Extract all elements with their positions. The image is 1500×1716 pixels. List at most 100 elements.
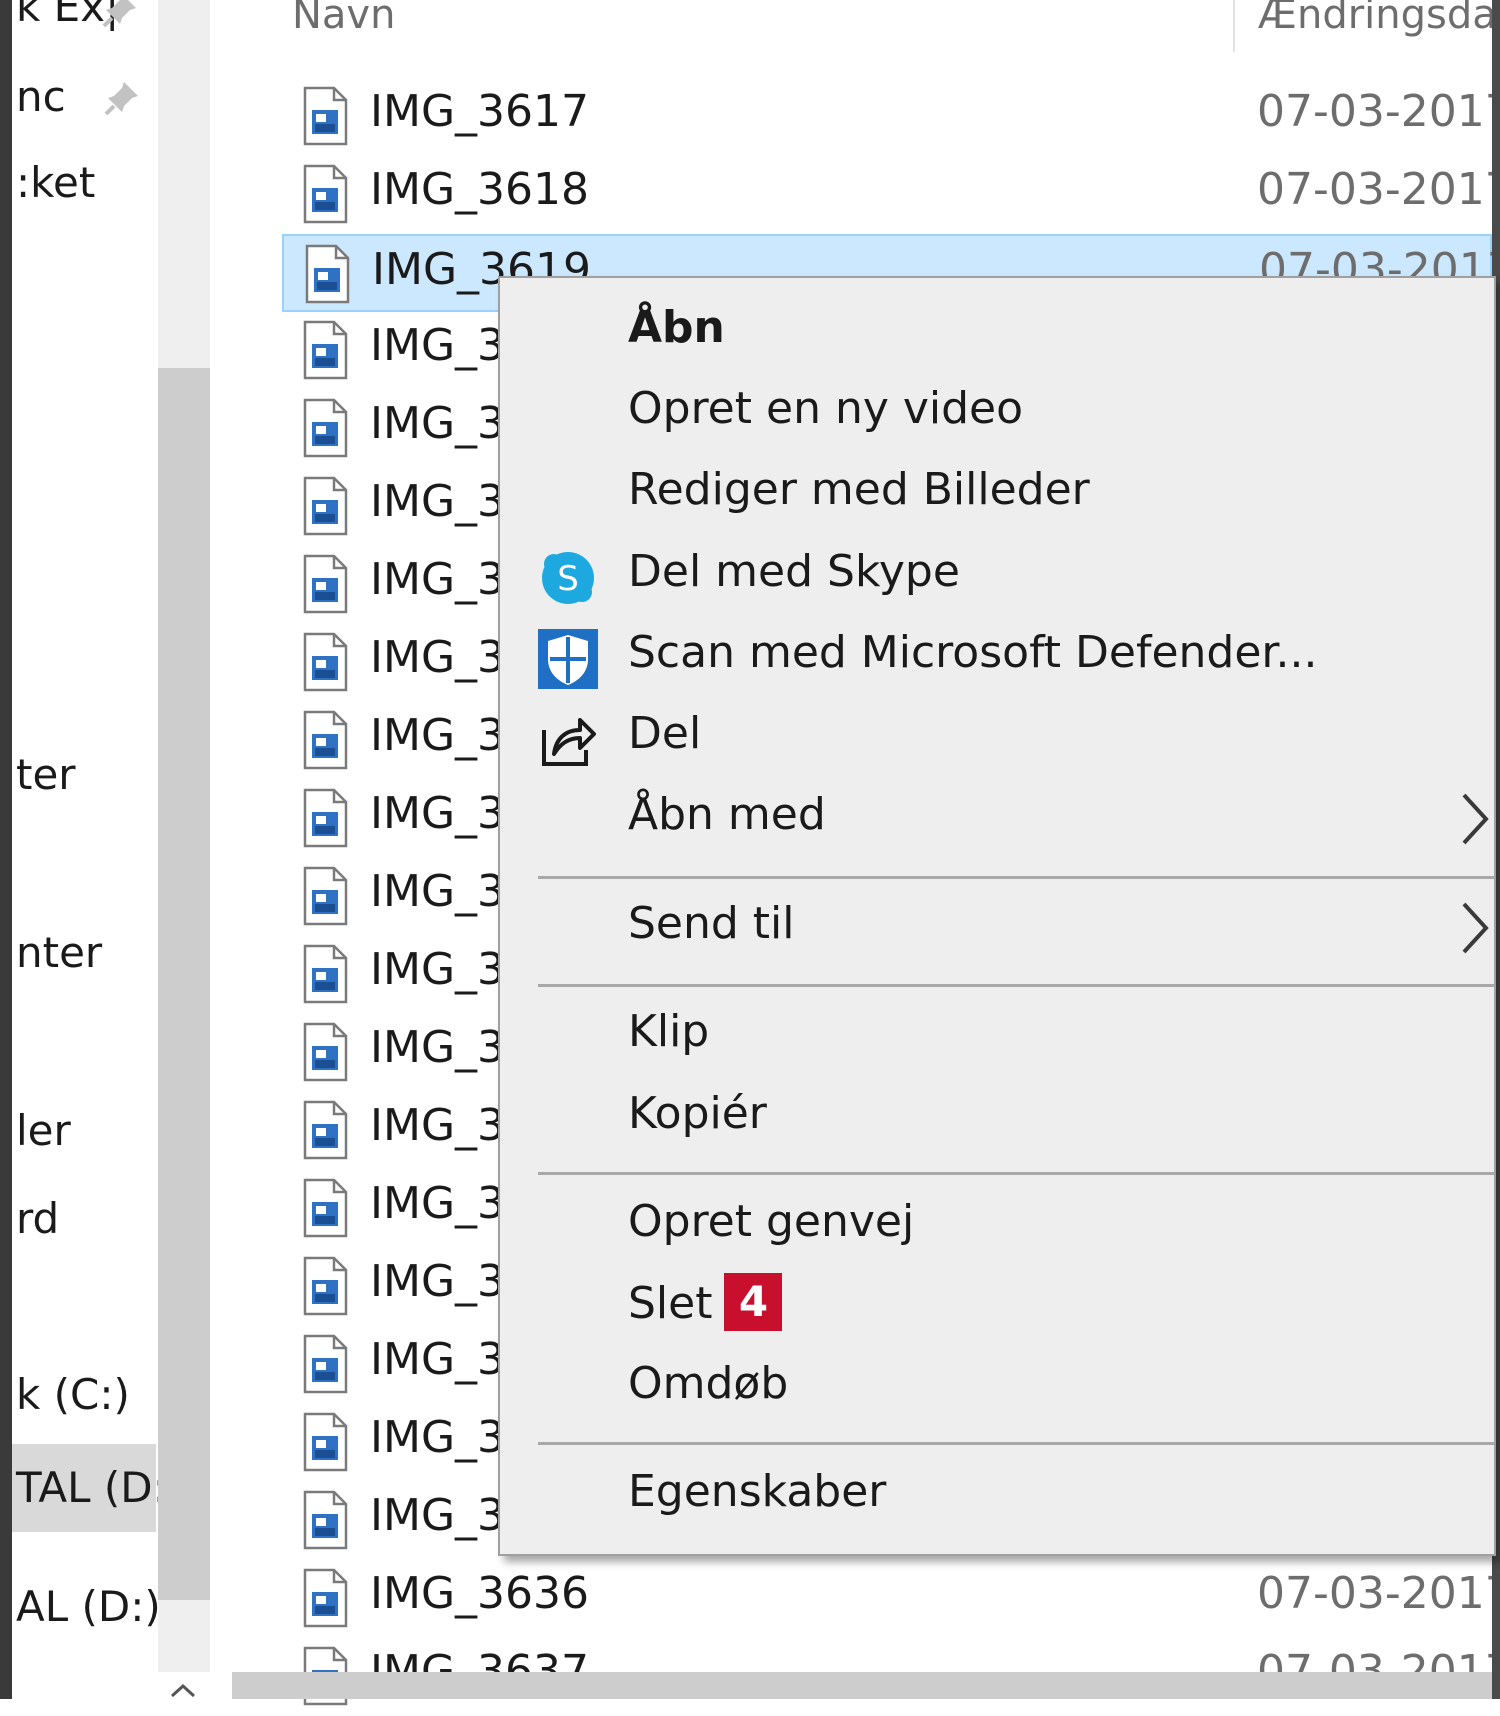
image-file-icon [302, 476, 348, 536]
nav-item-computer[interactable]: ter [16, 750, 76, 799]
window-border-left [0, 0, 12, 1699]
nav-item-label: k (C:) [16, 1370, 130, 1419]
file-name: IMG_3 [370, 788, 506, 839]
file-modified-date: 07-03-2017 [1257, 1568, 1500, 1619]
image-file-icon [302, 1100, 348, 1160]
column-header-name[interactable]: Navn [292, 0, 395, 38]
nav-item-printer[interactable]: nter [16, 928, 102, 977]
chevron-right-icon [1462, 902, 1489, 954]
menu-item-label: Klip [628, 1006, 710, 1057]
image-file-icon [302, 1256, 348, 1316]
menu-separator [538, 1172, 1494, 1175]
file-name: IMG_3 [370, 1256, 506, 1307]
menu-item-label: Egenskaber [628, 1466, 887, 1517]
file-name: IMG_3 [370, 1334, 506, 1385]
file-name: IMG_3 [370, 320, 506, 371]
menu-separator [538, 984, 1494, 987]
nav-item-label: rd [16, 1194, 60, 1243]
share-icon [542, 718, 596, 766]
image-file-icon [302, 1178, 348, 1238]
nav-item-label: nter [16, 928, 103, 977]
menu-item-edit-with-photos[interactable]: Rediger med Billeder [500, 454, 1494, 532]
defender-shield-icon [538, 629, 598, 689]
scroll-left-arrow-icon[interactable] [168, 1682, 198, 1699]
nav-item-label: :ket [16, 158, 96, 207]
svg-text:S: S [557, 559, 579, 599]
menu-item-copy[interactable]: Kopiér [500, 1078, 1494, 1156]
skype-icon: S [542, 552, 594, 604]
menu-item-create-video[interactable]: Opret en ny video [500, 373, 1494, 451]
nav-item-label: TAL (D: [16, 1463, 167, 1512]
column-header-date[interactable]: Ændringsda [1258, 0, 1497, 38]
file-name: IMG_3 [370, 554, 506, 605]
file-name: IMG_3 [370, 632, 506, 683]
nav-item-bucket[interactable]: :ket [16, 158, 95, 207]
pin-icon [102, 0, 136, 28]
menu-item-label: Omdøb [628, 1358, 789, 1409]
menu-separator [538, 1442, 1494, 1445]
menu-item-delete[interactable]: Slet 4 [500, 1268, 1494, 1346]
nav-item-onedrive[interactable]: rd [16, 1194, 59, 1243]
step-number-badge: 4 [724, 1273, 783, 1331]
menu-item-create-shortcut[interactable]: Opret genvej [500, 1186, 1494, 1264]
nav-item-drive-d-selected[interactable]: TAL (D: [12, 1444, 167, 1532]
menu-item-open[interactable]: Åbn [500, 292, 1494, 370]
menu-item-rename[interactable]: Omdøb [500, 1348, 1494, 1426]
column-separator[interactable] [1233, 0, 1235, 52]
menu-item-label: Del med Skype [628, 546, 960, 597]
file-modified-date: 07-03-2017 [1257, 86, 1500, 137]
image-file-icon [302, 866, 348, 926]
file-name: IMG_3 [370, 866, 506, 917]
file-name: IMG_3 [370, 1178, 506, 1229]
file-name: IMG_3 [370, 944, 506, 995]
menu-item-label: Opret en ny video [628, 383, 1024, 434]
menu-item-label: Åbn med [628, 789, 826, 840]
file-name: IMG_3636 [370, 1568, 590, 1619]
menu-item-open-with[interactable]: Åbn med [500, 779, 1494, 857]
menu-item-label: Åbn [628, 302, 725, 353]
nav-item-folder[interactable]: ler [16, 1106, 71, 1155]
image-file-icon [302, 1568, 348, 1628]
image-file-icon [302, 632, 348, 692]
menu-item-share[interactable]: Del [500, 698, 1494, 776]
image-file-icon [302, 788, 348, 848]
menu-item-share-skype[interactable]: S Del med Skype [500, 536, 1494, 614]
image-file-icon [302, 1412, 348, 1472]
nav-item-local-disk-c[interactable]: k (C:) [16, 1370, 130, 1419]
image-file-icon [302, 1334, 348, 1394]
nav-item-label: ler [16, 1106, 71, 1155]
navigation-pane: k Ex| nc :ket ter nter ler rd k (C:) TAL… [12, 0, 167, 1699]
menu-item-label: Opret genvej [628, 1196, 915, 1247]
file-name: IMG_3 [370, 398, 506, 449]
image-file-icon [302, 86, 348, 146]
image-file-icon [302, 554, 348, 614]
image-file-icon [302, 710, 348, 770]
file-row[interactable]: IMG_3636 07-03-2017 [282, 1560, 1500, 1638]
menu-item-cut[interactable]: Klip [500, 996, 1494, 1074]
menu-item-send-to[interactable]: Send til [500, 888, 1494, 966]
nav-item-label: ter [16, 750, 76, 799]
image-file-icon [304, 244, 350, 304]
nav-item-sync[interactable]: nc [16, 72, 66, 121]
nav-item-drive-d[interactable]: AL (D:) [16, 1582, 161, 1631]
menu-item-label: Send til [628, 898, 795, 949]
image-file-icon [302, 164, 348, 224]
menu-item-label: Scan med Microsoft Defender... [628, 627, 1318, 678]
file-row[interactable]: IMG_3617 07-03-2017 [282, 78, 1500, 156]
menu-item-label: Rediger med Billeder [628, 464, 1090, 515]
context-menu: Åbn Opret en ny video Rediger med Billed… [498, 276, 1496, 1556]
nav-scrollbar-thumb[interactable] [158, 368, 210, 1600]
file-name: IMG_3 [370, 1100, 506, 1151]
menu-item-scan-defender[interactable]: Scan med Microsoft Defender... [500, 617, 1494, 695]
horizontal-scrollbar-thumb[interactable] [232, 1672, 1492, 1699]
menu-item-label: Del [628, 708, 702, 759]
file-modified-date: 07-03-2017 [1257, 164, 1500, 215]
pin-icon [104, 82, 138, 116]
image-file-icon [302, 320, 348, 380]
file-name: IMG_3 [370, 1412, 506, 1463]
file-row[interactable]: IMG_3618 07-03-2017 [282, 156, 1500, 234]
file-name: IMG_3617 [370, 86, 590, 137]
menu-item-properties[interactable]: Egenskaber [500, 1456, 1494, 1534]
file-name: IMG_3 [370, 1022, 506, 1073]
menu-item-label: Kopiér [628, 1088, 767, 1139]
